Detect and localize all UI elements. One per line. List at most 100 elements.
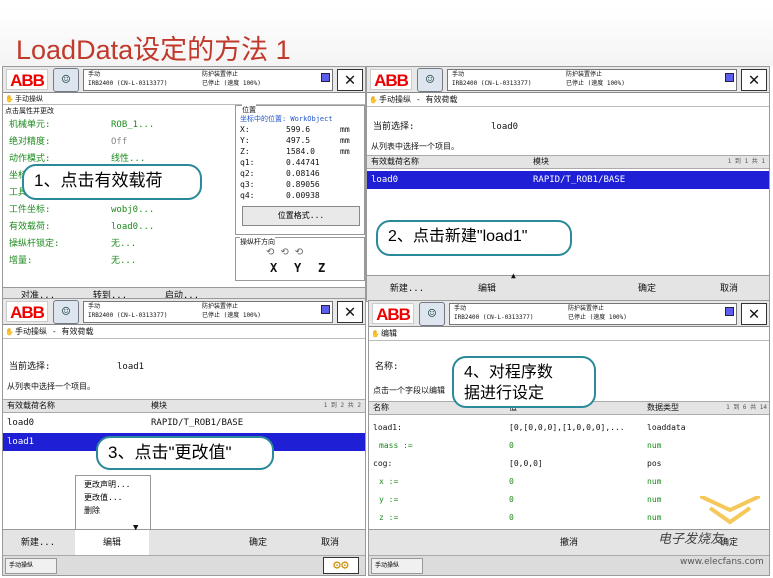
- col-name: 有效载荷名称: [7, 401, 55, 410]
- paging: 1 到 6 共 14: [726, 404, 767, 411]
- close-button[interactable]: ✕: [337, 301, 363, 323]
- taskbar-item-jog[interactable]: 手动操纵: [5, 558, 57, 574]
- menu-item-change-value[interactable]: 更改值...: [76, 491, 150, 504]
- new-button[interactable]: 新建...: [3, 530, 73, 556]
- flag-icon: [725, 307, 734, 316]
- status-speed: 已停止 (速度 100%): [202, 312, 261, 319]
- menu-item-delete[interactable]: 删除: [76, 504, 150, 517]
- taskbar-item-jog[interactable]: 手动操纵: [371, 558, 423, 574]
- up-arrow-icon: ▲: [511, 271, 516, 280]
- header-bar: ABB ☺ 手动 IRB2400 (CN-L-0313377) 防护装置停止 已停…: [369, 301, 769, 327]
- row-type: num: [647, 495, 662, 504]
- row-name: x :=: [379, 477, 399, 486]
- axis-x: X: [270, 261, 278, 275]
- close-button[interactable]: ✕: [741, 69, 767, 91]
- menu-item-change-declaration[interactable]: 更改声明...: [76, 478, 150, 491]
- table-row[interactable]: load1: [0,[0,0,0],[1,0,0,0],... loaddata: [369, 419, 769, 437]
- row-value: 0: [509, 513, 514, 522]
- abb-logo: ABB: [6, 69, 48, 90]
- callout-4: 4、对程序数 据进行设定: [452, 356, 596, 408]
- header-bar: ABB ☺ 手动 IRB2400 (CN-L-0313377) 防护装置停止 已停…: [3, 299, 365, 325]
- row-value: 0: [509, 441, 514, 450]
- abb-logo: ABB: [6, 301, 48, 322]
- joystick-box: 操纵杆方向 ⟲ ⟲ ⟲ X Y Z: [235, 236, 365, 281]
- row-type: num: [647, 513, 662, 522]
- callout-1: 1、点击有效载荷: [22, 164, 202, 200]
- user-icon[interactable]: ☺: [417, 68, 443, 92]
- row-type: num: [647, 441, 662, 450]
- footer-bar: 新建... 编辑 ▼ 确定 取消: [3, 523, 365, 556]
- ok-button[interactable]: 确定: [607, 276, 687, 301]
- row-value: [0,[0,0,0],[1,0,0,0],...: [509, 423, 625, 432]
- close-button[interactable]: ✕: [741, 303, 767, 325]
- row-name: z :=: [379, 513, 399, 522]
- undo-button[interactable]: 撤消: [529, 530, 609, 556]
- property-value[interactable]: ROB_1...: [111, 119, 154, 131]
- property-value[interactable]: 无...: [111, 255, 136, 267]
- table-row[interactable]: mass := 0 num: [369, 437, 769, 455]
- abb-logo: ABB: [370, 69, 412, 90]
- watermark-url: www.elecfans.com: [680, 557, 764, 567]
- slide-title: LoadData设定的方法 1: [16, 35, 291, 65]
- property-label: 机械单元:: [9, 120, 51, 130]
- col-type: 数据类型: [647, 403, 679, 412]
- row-name: mass :=: [379, 441, 413, 450]
- row-module: RAPID/T_ROB1/BASE: [533, 175, 626, 185]
- instruction: 从列表中选择一个项目。: [371, 142, 459, 151]
- property-value[interactable]: 无...: [111, 238, 136, 250]
- table-row[interactable]: cog: [0,0,0] pos: [369, 455, 769, 473]
- axis-y: Y: [294, 261, 302, 275]
- column-header: 有效载荷名称 模块 1 到 1 共 1: [367, 155, 769, 169]
- close-button[interactable]: ✕: [337, 69, 363, 91]
- user-icon[interactable]: ☺: [53, 300, 79, 324]
- page-subtitle: 手动操纵 - 有效荷载: [3, 325, 365, 339]
- position-axis: q4:: [240, 191, 255, 200]
- new-button[interactable]: 新建...: [367, 276, 447, 301]
- property-value[interactable]: Off: [111, 136, 127, 148]
- axis-z: Z: [318, 261, 326, 275]
- status-speed: 已停止 (速度 100%): [568, 314, 627, 321]
- property-value[interactable]: load0...: [111, 221, 154, 233]
- watermark-brand: 电子发烧友: [658, 532, 724, 547]
- taskbar: 手动操纵 ⚙⚙: [3, 555, 365, 575]
- abb-logo: ABB: [372, 303, 414, 324]
- cancel-button[interactable]: 取消: [687, 276, 769, 301]
- row-value: 0: [509, 477, 514, 486]
- table-row[interactable]: x := 0 num: [369, 473, 769, 491]
- down-arrow-icon: ▼: [133, 523, 139, 533]
- current-value: load1: [117, 362, 145, 372]
- section-label: 点击属性并更改: [5, 107, 54, 115]
- footer-bar: 新建... 编辑 ▲ 确定 取消: [367, 271, 769, 301]
- row-module: RAPID/T_ROB1/BASE: [151, 418, 244, 428]
- row-type: pos: [647, 459, 662, 468]
- joystick-icon: ⟲ ⟲ ⟲: [266, 247, 304, 258]
- property-label: 操纵杆锁定:: [9, 239, 60, 249]
- user-icon[interactable]: ☺: [419, 302, 445, 326]
- paging: 1 到 2 共 2: [323, 402, 361, 409]
- panel-load-list: ABB ☺ 手动 IRB2400 (CN-L-0313377) 防护装置停止 已停…: [366, 66, 770, 302]
- gear-icon[interactable]: ⚙⚙: [323, 557, 359, 574]
- table-row-selected[interactable]: load0 RAPID/T_ROB1/BASE: [367, 171, 769, 189]
- status-guard: 防护装置停止: [568, 305, 605, 312]
- row-name: y :=: [379, 495, 399, 504]
- header-bar: ABB ☺ 手动 IRB2400 (CN-L-0313377) 防护装置停止 已停…: [367, 67, 769, 93]
- row-value: 0: [509, 495, 514, 504]
- cancel-button[interactable]: 取消: [295, 530, 365, 556]
- row-name: load1: [7, 437, 35, 447]
- property-value[interactable]: wobj0...: [111, 204, 154, 216]
- status-guard: 防护装置停止: [202, 71, 239, 78]
- current-label: 当前选择:: [9, 362, 51, 372]
- ok-button[interactable]: 确定: [223, 530, 293, 556]
- flag-icon: [321, 305, 330, 314]
- row-name: load0: [371, 175, 399, 185]
- paging: 1 到 1 共 1: [727, 158, 765, 165]
- col-module: 模块: [533, 157, 549, 166]
- row-type: loaddata: [647, 423, 686, 432]
- table-row[interactable]: load0 RAPID/T_ROB1/BASE: [3, 415, 365, 431]
- position-format-button[interactable]: 位置格式...: [242, 206, 360, 226]
- row-value: [0,0,0]: [509, 459, 543, 468]
- user-icon[interactable]: ☺: [53, 68, 79, 92]
- position-value: 0.00938: [286, 191, 320, 200]
- page-subtitle: 手动操纵 - 有效荷载: [367, 93, 769, 107]
- row-type: num: [647, 477, 662, 486]
